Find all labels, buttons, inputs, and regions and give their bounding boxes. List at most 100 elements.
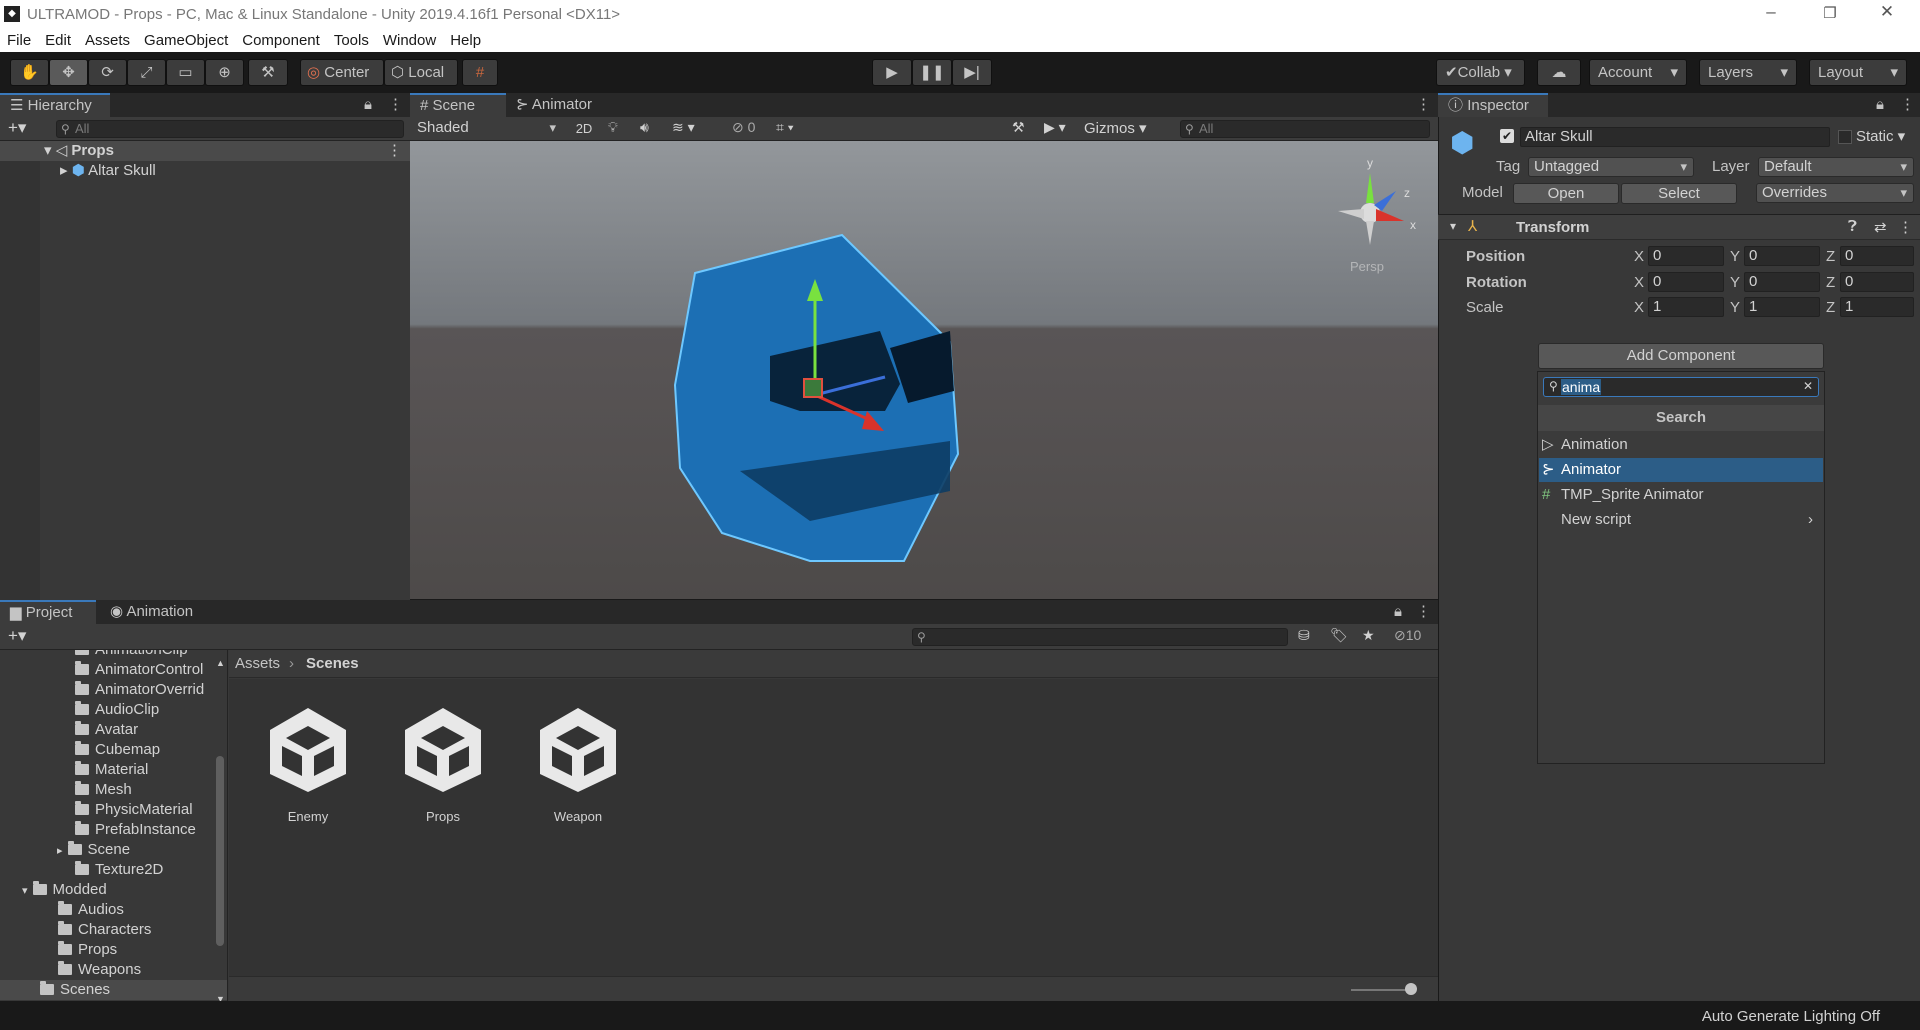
rotate-tool-icon[interactable]: ⟳: [88, 59, 127, 86]
overrides-dropdown[interactable]: Overrides: [1756, 183, 1914, 203]
asset-props[interactable]: Props: [393, 700, 493, 824]
perspective-label[interactable]: Persp: [1350, 259, 1384, 274]
scene-viewport[interactable]: y x z Persp: [410, 141, 1438, 599]
tab-project[interactable]: ▆ Project: [0, 600, 96, 624]
object-name-field[interactable]: Altar Skull: [1520, 127, 1830, 147]
camera-icon[interactable]: ▶ ▾: [1044, 119, 1066, 136]
lock-icon[interactable]: 🔒︎: [1394, 600, 1402, 624]
menu-tools[interactable]: Tools: [327, 28, 376, 49]
more-icon[interactable]: ⋮: [387, 141, 402, 161]
add-icon[interactable]: +▾: [8, 626, 26, 646]
hierarchy-search-input[interactable]: All: [56, 120, 404, 138]
pause-button[interactable]: ❚❚: [912, 59, 952, 86]
position-y-field[interactable]: 0: [1744, 246, 1820, 266]
clear-icon[interactable]: ✕: [1803, 379, 1813, 393]
folder-animationclip[interactable]: AnimationClip: [75, 650, 188, 660]
folder-modded[interactable]: ▾ Modded: [22, 880, 107, 900]
menu-window[interactable]: Window: [376, 28, 443, 49]
folder-animatorcontrol[interactable]: AnimatorControl: [75, 660, 203, 680]
component-search-input[interactable]: ⚲ anima ✕: [1543, 377, 1819, 397]
menu-assets[interactable]: Assets: [78, 28, 137, 49]
close-icon[interactable]: ✕: [1872, 2, 1902, 22]
select-model-button[interactable]: Select: [1621, 183, 1737, 204]
scene-search-input[interactable]: All: [1180, 120, 1430, 138]
help-icon[interactable]: ❓︎: [1848, 218, 1857, 235]
cloud-icon[interactable]: ☁: [1537, 59, 1581, 86]
effects-icon[interactable]: ≋ ▾: [672, 119, 695, 136]
filter-type-icon[interactable]: ⛁: [1298, 627, 1310, 644]
transform-header[interactable]: ▾ ⅄ Transform ❓︎ ⇄ ⋮: [1438, 214, 1920, 240]
active-checkbox[interactable]: ✔: [1500, 129, 1514, 143]
label-icon[interactable]: 🏷︎: [1330, 627, 1348, 644]
layers-dropdown[interactable]: Layers ▾: [1699, 59, 1797, 86]
hidden-packages-icon[interactable]: ⊘10: [1394, 627, 1421, 644]
add-component-button[interactable]: Add Component: [1538, 343, 1824, 369]
move-tool-icon[interactable]: ✥: [49, 59, 88, 86]
layout-dropdown[interactable]: Layout ▾: [1809, 59, 1907, 86]
lock-icon[interactable]: 🔒︎: [1876, 93, 1884, 117]
orientation-gizmo[interactable]: [1338, 173, 1404, 245]
gizmo-center-handle[interactable]: [803, 378, 823, 398]
breadcrumb-assets[interactable]: Assets: [235, 655, 280, 672]
scroll-thumb[interactable]: [216, 756, 224, 946]
folder-avatar[interactable]: Avatar: [75, 720, 138, 740]
lock-icon[interactable]: 🔒︎: [364, 93, 372, 117]
project-search-input[interactable]: [912, 628, 1288, 646]
result-animation[interactable]: ▷ Animation: [1539, 433, 1823, 457]
minimize-icon[interactable]: –: [1756, 2, 1786, 22]
custom-tool-icon[interactable]: ⚒: [248, 59, 288, 86]
static-label[interactable]: Static ▾: [1856, 127, 1905, 145]
asset-enemy[interactable]: Enemy: [258, 700, 358, 824]
hidden-objects-icon[interactable]: ⊘ 0: [732, 119, 755, 136]
folder-animatoroverrid[interactable]: AnimatorOverrid: [75, 680, 204, 700]
folder-physicmaterial[interactable]: PhysicMaterial: [75, 800, 193, 820]
menu-component[interactable]: Component: [235, 28, 327, 49]
audio-icon[interactable]: 🔊︎: [640, 119, 649, 136]
account-dropdown[interactable]: Account ▾: [1589, 59, 1687, 86]
static-checkbox[interactable]: [1838, 130, 1852, 144]
folder-props[interactable]: Props: [58, 940, 117, 960]
scale-z-field[interactable]: 1: [1840, 297, 1914, 317]
hand-tool-icon[interactable]: ✋: [10, 59, 49, 86]
menu-edit[interactable]: Edit: [38, 28, 78, 49]
zoom-slider-track[interactable]: [1351, 989, 1411, 991]
folder-cubemap[interactable]: Cubemap: [75, 740, 160, 760]
object-row[interactable]: ▸ ⬢ Altar Skull: [0, 161, 410, 181]
breadcrumb-scenes[interactable]: Scenes: [306, 655, 359, 672]
more-icon[interactable]: ⋮: [388, 93, 403, 117]
tag-dropdown[interactable]: Untagged: [1528, 157, 1694, 177]
scale-tool-icon[interactable]: ⤢: [127, 59, 166, 86]
2d-toggle[interactable]: 2D: [568, 119, 600, 139]
scroll-down-icon[interactable]: ▼: [216, 994, 225, 1001]
folder-prefabinstance[interactable]: PrefabInstance: [75, 820, 196, 840]
scene-row[interactable]: ▾ ◁ Props ⋮: [0, 141, 410, 161]
result-tmp-sprite-animator[interactable]: # TMP_Sprite Animator: [1539, 483, 1823, 507]
lighting-icon[interactable]: 💡︎: [608, 119, 618, 136]
play-button[interactable]: ▶: [872, 59, 912, 86]
folder-mesh[interactable]: Mesh: [75, 780, 132, 800]
pivot-local-button[interactable]: ⬡ Local: [384, 59, 458, 86]
rotation-x-field[interactable]: 0: [1648, 272, 1724, 292]
folder-weapons[interactable]: Weapons: [58, 960, 141, 980]
rotation-y-field[interactable]: 0: [1744, 272, 1820, 292]
scale-y-field[interactable]: 1: [1744, 297, 1820, 317]
grid-snap-icon[interactable]: #: [462, 59, 498, 86]
folder-audioclip[interactable]: AudioClip: [75, 700, 159, 720]
preset-icon[interactable]: ⇄: [1874, 218, 1887, 236]
grid-toggle-icon[interactable]: ⌗ ▾: [776, 119, 794, 136]
more-icon[interactable]: ⋮: [1416, 93, 1431, 117]
scroll-up-icon[interactable]: ▲: [216, 658, 225, 668]
open-model-button[interactable]: Open: [1513, 183, 1619, 204]
transform-tool-icon[interactable]: ⊕: [205, 59, 244, 86]
step-button[interactable]: ▶|: [952, 59, 992, 86]
tab-scene[interactable]: # Scene: [410, 93, 506, 117]
tab-hierarchy[interactable]: ☰ Hierarchy: [0, 93, 110, 117]
more-icon[interactable]: ⋮: [1900, 93, 1915, 117]
position-x-field[interactable]: 0: [1648, 246, 1724, 266]
result-animator[interactable]: ⊱ Animator: [1539, 458, 1823, 482]
layer-dropdown[interactable]: Default: [1758, 157, 1914, 177]
more-icon[interactable]: ⋮: [1898, 218, 1913, 236]
position-z-field[interactable]: 0: [1840, 246, 1914, 266]
add-icon[interactable]: +▾: [8, 118, 26, 138]
folder-texture2d[interactable]: Texture2D: [75, 860, 163, 880]
